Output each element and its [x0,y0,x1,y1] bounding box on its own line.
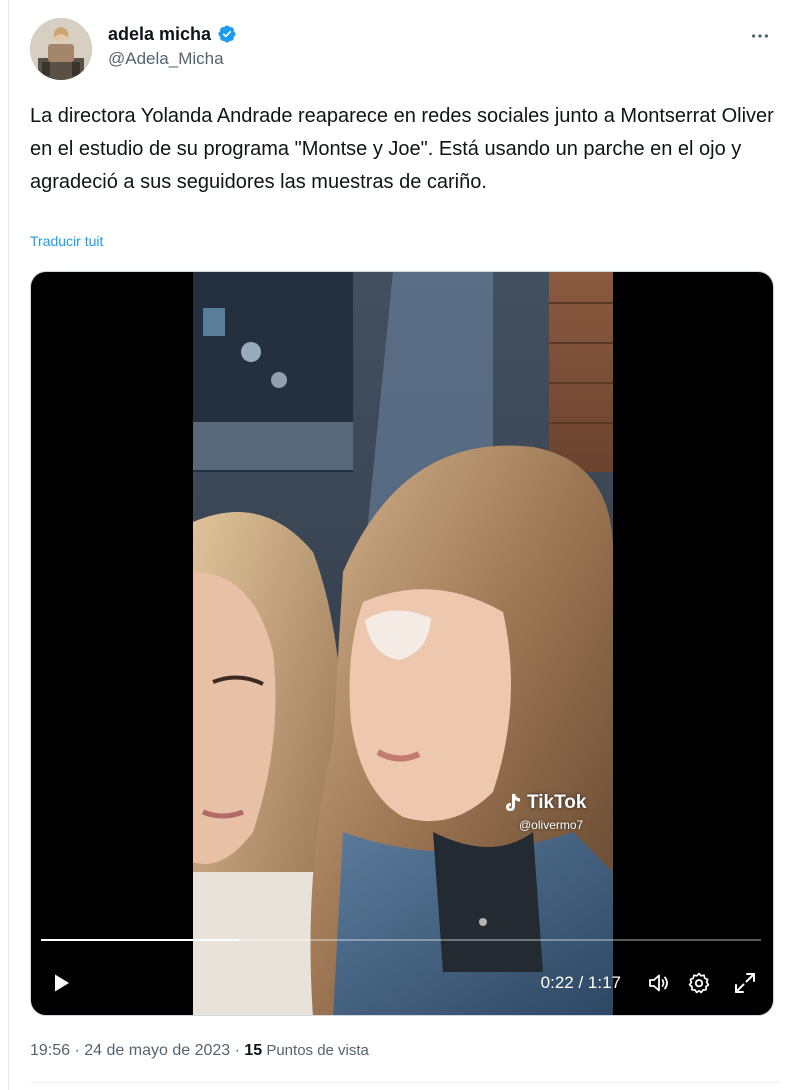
timeline-divider [8,0,9,1090]
volume-button[interactable] [647,971,671,995]
video-frame [193,272,613,1015]
divider [30,1082,780,1083]
expand-icon [735,973,755,993]
video-player[interactable]: TikTok @olivermo7 0:22 / 1:17 [30,271,774,1016]
views-label: Puntos de vista [262,1042,369,1059]
views-count: 15 [244,1042,263,1059]
translate-tweet-link[interactable]: Traducir tuit [30,233,103,249]
tweet-text: La directora Yolanda Andrade reaparece e… [30,105,774,193]
duration: 1:17 [587,973,621,992]
avatar-image [30,18,92,80]
video-time: 0:22 / 1:17 [541,973,621,993]
play-icon [55,974,69,992]
more-horizontal-icon [751,34,769,38]
tweet-time[interactable]: 19:56 [30,1042,70,1059]
tweet-date[interactable]: 24 de mayo de 2023 [84,1042,230,1059]
tiktok-brand: TikTok [503,792,586,814]
meta-separator: · [70,1042,85,1059]
play-button[interactable] [49,971,73,995]
tweet-metadata: 19:56 · 24 de mayo de 2023 · 15 Puntos d… [30,1042,369,1060]
volume-icon [649,974,668,992]
video-controls: 0:22 / 1:17 [31,935,773,1015]
gear-icon [688,972,710,994]
tweet-card: adela micha @Adela_Micha La directora Yo… [0,0,800,1090]
author-handle[interactable]: @Adela_Micha [108,49,237,69]
video-still-image [193,272,613,1015]
time-separator: / [573,973,588,992]
avatar[interactable] [30,18,92,80]
progress-bar-fill [41,939,239,941]
current-time: 0:22 [540,973,574,992]
meta-separator: · [230,1042,245,1059]
verified-badge-icon [218,25,236,43]
author-names: adela micha @Adela_Micha [108,22,237,69]
author-display-name[interactable]: adela micha [108,24,211,45]
tweet-header: adela micha @Adela_Micha [30,18,780,84]
tiktok-username: @olivermo7 [519,818,584,832]
display-name-row: adela micha [108,22,237,46]
settings-button[interactable] [687,971,711,995]
tiktok-icon [506,794,520,811]
progress-bar[interactable] [41,939,761,941]
tiktok-watermark: TikTok @olivermo7 [503,792,586,832]
fullscreen-button[interactable] [733,971,757,995]
more-options-button[interactable] [746,22,774,50]
tiktok-brand-label: TikTok [527,792,587,813]
